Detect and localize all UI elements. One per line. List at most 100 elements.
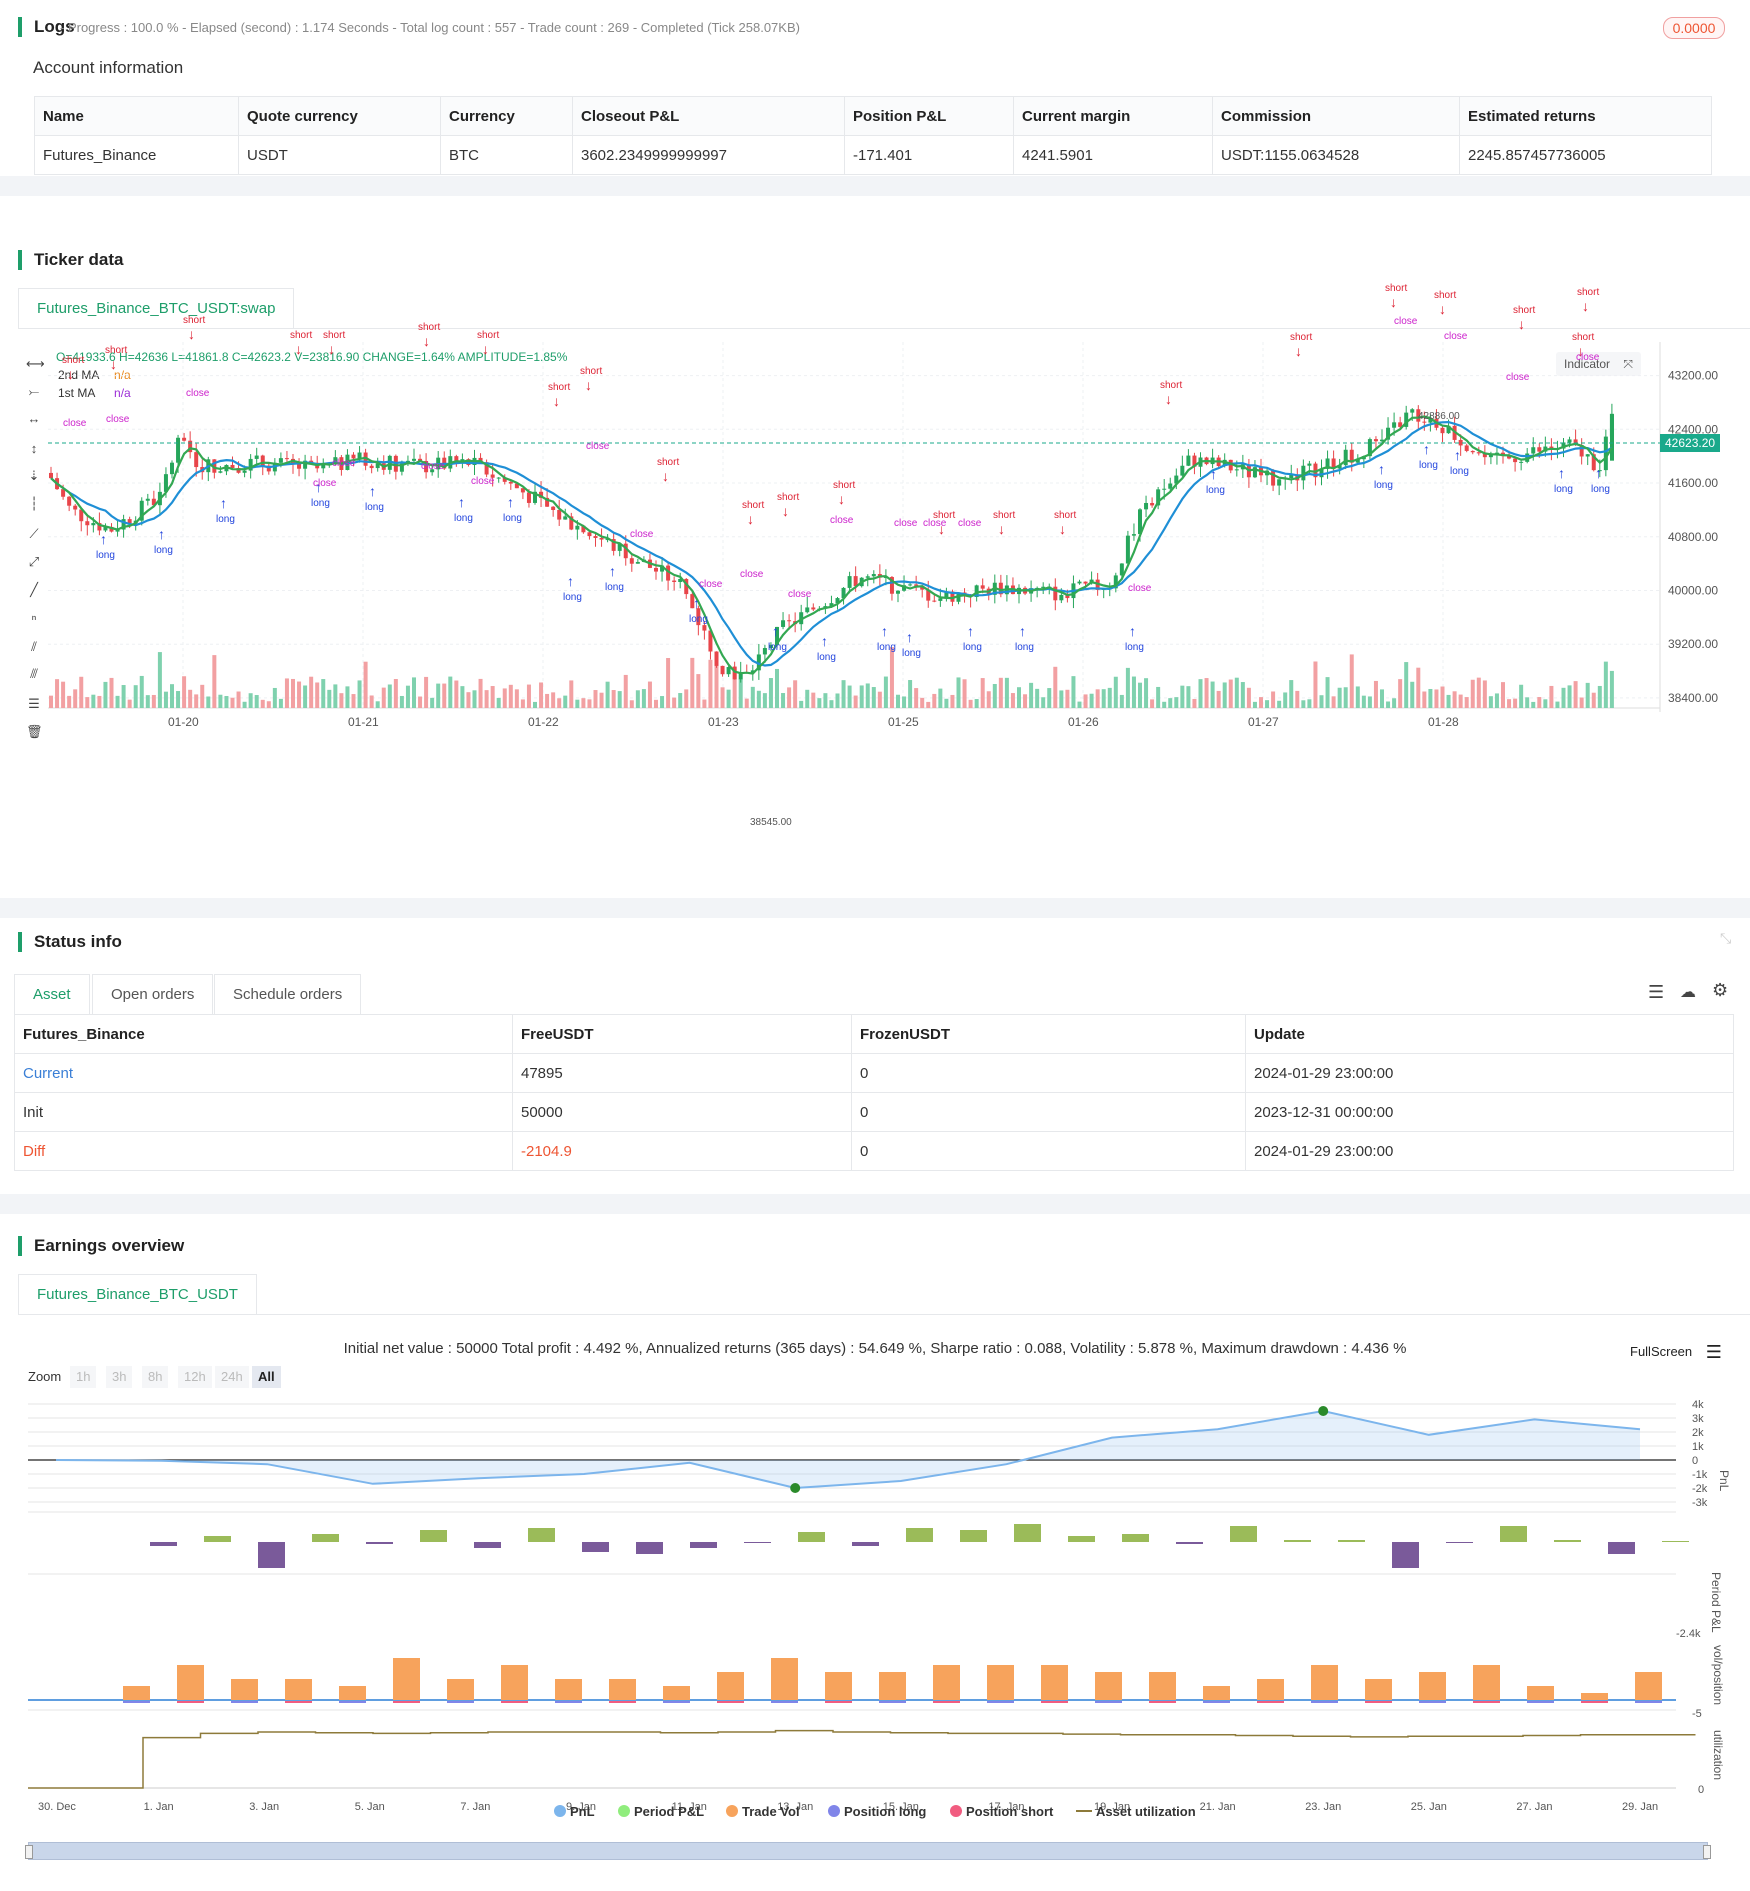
zoom-1h-button[interactable]: 1h [70, 1366, 97, 1388]
close-signal-label: close [1128, 583, 1152, 594]
candle-body [357, 452, 362, 459]
zoom-8h-button[interactable]: 8h [142, 1366, 169, 1388]
legend-long-label: Position long [844, 1804, 927, 1819]
earnings-chart[interactable]: 4k 3k 2k 1k 0 -1k -2k -3k 30. Dec 1. Jan 3. Jan 5. … [0, 1390, 1750, 1870]
legend-position-long[interactable]: Position long [828, 1804, 926, 1819]
short-signal-label: short [105, 345, 127, 356]
collapse-icon[interactable]: ⤡ [1720, 930, 1731, 947]
period-pnl-bar [852, 1542, 879, 1546]
candle-body [557, 509, 562, 520]
tab-open-orders[interactable]: Open orders [92, 974, 214, 1014]
fullscreen-button[interactable]: FullScreen ☰ [1630, 1342, 1722, 1363]
short-arrow-icon: ↓ [328, 341, 335, 357]
x-tick-label: 23. Jan [1305, 1801, 1341, 1813]
volume-bar [266, 701, 271, 708]
short-arrow-icon: ↓ [1295, 343, 1302, 359]
volume-bar [684, 689, 689, 708]
short-signal-label: short [993, 510, 1015, 521]
volume-bar [1101, 689, 1106, 708]
candle-body [278, 458, 283, 463]
volume-bar [1398, 679, 1403, 708]
logs-panel: Logs - Progress : 100.0 % - Elapsed (sec… [0, 0, 1750, 176]
volume-bar [853, 695, 858, 708]
col-header: Current margin [1013, 96, 1213, 136]
candlestick-chart[interactable]: short↓short↓short↓ short↓short↓short↓ shor… [0, 196, 1750, 898]
long-signal-label: long [963, 642, 982, 653]
volume-bar [1017, 687, 1021, 708]
close-signal-label: close [1506, 372, 1530, 383]
table-row: Futures_Binance USDT BTC 3602.2349999999… [34, 135, 1712, 175]
volume-bar [242, 701, 247, 708]
x-tick-label: 3. Jan [249, 1801, 279, 1813]
candle-body [865, 576, 870, 578]
long-arrow-icon: ↑ [1019, 623, 1026, 639]
col-header: Position P&L [844, 96, 1014, 136]
position-bar [501, 1701, 528, 1703]
volume-bar [1053, 666, 1058, 708]
earnings-title: Earnings overview [18, 1236, 184, 1256]
position-bar [1527, 1701, 1554, 1703]
volume-bar [660, 696, 665, 708]
volume-bar [1537, 697, 1542, 708]
range-navigator[interactable] [25, 1842, 1711, 1860]
close-signal-label: close [186, 388, 210, 399]
cell: 2024-01-29 23:00:00 [1245, 1131, 1734, 1171]
volume-bar [315, 682, 320, 708]
settings-gear-icon[interactable]: ⚙ [1712, 980, 1728, 1001]
candle-body [811, 607, 816, 610]
volume-bar [817, 698, 822, 708]
volume-bar [1513, 698, 1518, 708]
long-signal-label: long [1206, 485, 1225, 496]
tab-schedule-orders[interactable]: Schedule orders [214, 974, 362, 1014]
candle-body [1373, 439, 1378, 442]
period-pnl-bar [1608, 1542, 1635, 1554]
candle-body [369, 465, 374, 469]
legend-pnl[interactable]: PnL [554, 1804, 595, 1819]
period-pnl-bar [690, 1542, 717, 1548]
volume-bar [762, 693, 767, 708]
navigator-left-handle[interactable] [25, 1845, 33, 1859]
navigator-right-handle[interactable] [1703, 1845, 1711, 1859]
legend-pnl-dot [554, 1805, 566, 1817]
zoom-24h-button[interactable]: 24h [215, 1366, 249, 1388]
short-signal-label: short [1290, 332, 1312, 343]
long-arrow-icon: ↑ [100, 531, 107, 547]
candle-body [871, 574, 876, 577]
menu-icon[interactable]: ☰ [1706, 1342, 1722, 1362]
row-label-current[interactable]: Current [14, 1053, 513, 1093]
position-bar [1473, 1701, 1500, 1703]
zoom-3h-button[interactable]: 3h [106, 1366, 133, 1388]
zoom-all-button[interactable]: All [252, 1366, 281, 1388]
volume-bar [908, 680, 913, 708]
volume-bar [605, 681, 610, 708]
volume-bar [1349, 654, 1354, 708]
close-signal-label: close [699, 579, 723, 590]
legend-util-dash [1076, 1810, 1092, 1812]
volume-bar [1597, 685, 1602, 708]
pnl-tick-label: -2k [1692, 1483, 1708, 1495]
volume-bar [490, 686, 495, 708]
volume-bar [611, 690, 616, 708]
volume-bar [1150, 699, 1155, 708]
legend-period-pnl[interactable]: Period P&L [618, 1804, 704, 1819]
y-tick-label: 40000.00 [1668, 583, 1718, 597]
legend-asset-utilization[interactable]: Asset utilization [1076, 1804, 1196, 1819]
volume-bar [1168, 698, 1173, 708]
long-signal-label: long [365, 502, 384, 513]
volume-bar [1531, 701, 1536, 708]
period-pnl-bar [366, 1542, 393, 1544]
zoom-12h-button[interactable]: 12h [178, 1366, 212, 1388]
table-row: Init 50000 0 2023-12-31 00:00:00 [14, 1092, 1734, 1132]
volume-bar [1283, 692, 1288, 708]
x-tick-label: 01-26 [1068, 715, 1099, 729]
legend-trade-vol[interactable]: Trade Vol [726, 1804, 800, 1819]
list-icon[interactable]: ☰ [1648, 982, 1664, 1003]
candle-body [1470, 450, 1475, 453]
tab-earnings-symbol[interactable]: Futures_Binance_BTC_USDT [18, 1274, 257, 1314]
volume-bar [877, 691, 882, 708]
short-arrow-icon: ↓ [110, 356, 117, 372]
tab-asset[interactable]: Asset [14, 974, 90, 1014]
cloud-download-icon[interactable]: ☁ [1680, 982, 1696, 1002]
legend-position-short[interactable]: Position short [950, 1804, 1053, 1819]
candle-body [91, 523, 96, 526]
